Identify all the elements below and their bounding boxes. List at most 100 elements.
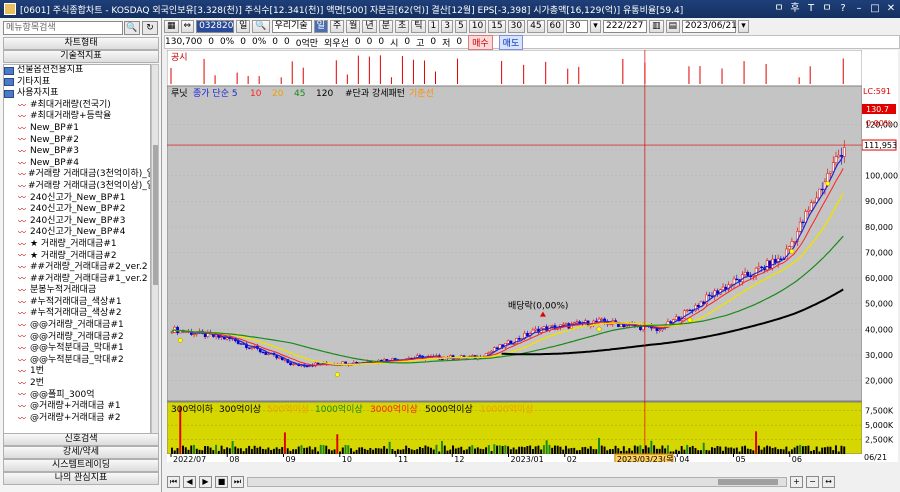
period-tick-button[interactable]: 틱 (411, 20, 426, 33)
tree-folder[interactable]: 기타지표 (4, 77, 150, 89)
tree-item[interactable]: 〰 240신고가_New_BP#1 (4, 193, 150, 205)
period-second-button[interactable]: 초 (394, 20, 410, 33)
tree-item[interactable]: 〰 New_BP#1 (4, 123, 150, 135)
interval-1-button[interactable]: 1 (427, 20, 440, 33)
interval-30-button[interactable]: 30 (507, 20, 526, 33)
interval-15-button[interactable]: 15 (488, 20, 506, 33)
buy-button[interactable]: 매수 (468, 34, 493, 50)
tree-item[interactable]: 〰 1번 (4, 366, 150, 378)
period-monthly-button[interactable]: 월 (346, 20, 361, 33)
scroll-thumb[interactable] (153, 145, 158, 285)
tree-item[interactable]: 〰 #최대거래량(전국기) (4, 100, 150, 112)
menu-search-input[interactable]: 메뉴항목검색 (3, 21, 123, 35)
volume-bar (746, 448, 749, 454)
nav-prev-icon[interactable]: ◀ (183, 476, 196, 488)
tree-item[interactable]: 〰 @@누적분대금_막대#1 (4, 343, 150, 355)
tree-folder[interactable]: 사용자지표 (4, 88, 150, 100)
zoom-out-icon[interactable]: − (806, 476, 819, 488)
volume-bar (388, 441, 391, 454)
signal-search-button[interactable]: 신호검색 (3, 433, 159, 446)
minimize-button[interactable]: – (852, 2, 866, 16)
interval-45-button[interactable]: 45 (527, 20, 545, 33)
tree-item[interactable]: 〰 @거래량+거래대금 #2 (4, 413, 150, 425)
stock-code-input[interactable]: 032820 (196, 20, 235, 33)
volume-bar (391, 449, 394, 454)
tree-item[interactable]: 〰 #누적거래대금_색상#1 (4, 297, 150, 309)
tree-item[interactable]: 〰 @거래량+거래대금 #1 (4, 401, 150, 413)
mode-icon[interactable]: ⇔ (180, 20, 195, 33)
tree-item-label: #누적거래대금_색상#1 (30, 296, 122, 307)
interval-5-button[interactable]: 5 (455, 20, 467, 33)
tree-item[interactable]: 〰 New_BP#4 (4, 158, 150, 170)
tree-item[interactable]: 〰 @@누적분대금_막대#2 (4, 355, 150, 367)
volume-bar (350, 448, 353, 454)
tree-item[interactable]: 〰 New_BP#3 (4, 146, 150, 158)
tree-item[interactable]: 〰 @@거래량_거래대금#1 (4, 320, 150, 332)
x-tick-label: 05 (736, 455, 746, 462)
tool-icon[interactable]: ▦ (164, 20, 179, 33)
page-input[interactable]: 222/227 (603, 20, 647, 33)
tree-item[interactable]: 〰 #최대거래량+등락율 (4, 111, 150, 123)
nav-play-icon[interactable]: ▶ (199, 476, 212, 488)
technical-indicator-section[interactable]: 기술적지표 (3, 50, 159, 63)
nav-next-icon[interactable]: ⏭ (231, 476, 244, 488)
volume-bar (369, 447, 372, 454)
period-daily-button[interactable]: 일 (313, 20, 328, 33)
reset-icon[interactable]: ↻ (142, 21, 158, 35)
strength-button[interactable]: 강세/약세 (3, 446, 159, 459)
close-button[interactable]: ✕ (884, 2, 898, 16)
type-select[interactable]: 일 (236, 20, 251, 33)
tree-item[interactable]: 〰 ★ 거래량_거래대금#1 (4, 239, 150, 251)
nav-first-icon[interactable]: ⏮ (167, 476, 180, 488)
search-icon[interactable]: 🔍 (252, 20, 270, 33)
scroll-thumb[interactable] (718, 479, 778, 485)
indicator-tree[interactable]: 선물옵션전용지표 기타지표 사용자지표 〰 #최대거래량(전국기) 〰 #최대거래량+등락율… (3, 64, 151, 438)
tree-item[interactable]: 〰 @@거래량_거래대금#2 (4, 332, 150, 344)
link-button[interactable]: ㅁ (772, 2, 786, 16)
volume-bar (647, 447, 650, 454)
chart-scrollbar[interactable] (247, 477, 787, 487)
tree-item[interactable]: 〰 240신고가_New_BP#2 (4, 204, 150, 216)
text-button[interactable]: T (804, 2, 818, 16)
fit-icon[interactable]: ↔ (822, 476, 835, 488)
tree-item[interactable]: 〰 #누적거래대금_색상#2 (4, 308, 150, 320)
dropdown-icon[interactable]: ▾ (590, 20, 601, 33)
tree-folder[interactable]: 선물옵션전용지표 (4, 65, 150, 77)
nav-stop-icon[interactable]: ■ (215, 476, 228, 488)
print-button[interactable]: 후 (788, 2, 802, 16)
tree-item[interactable]: 〰 2번 (4, 378, 150, 390)
interval-60-button[interactable]: 60 (546, 20, 564, 33)
tree-item[interactable]: 〰 @@폴피_300억 (4, 390, 150, 402)
tree-item[interactable]: 〰 #거래량 거래대금(3천억이상)_일봉 (4, 181, 150, 193)
tree-item[interactable]: 〰 New_BP#2 (4, 135, 150, 147)
tree-item[interactable]: 〰 ##거래량_거래대금#2_ver.2 (4, 262, 150, 274)
tree-item[interactable]: 〰 ★ 거래량_거래대금#2 (4, 251, 150, 263)
tree-item[interactable]: 〰 ##거래량_거래대금#1_ver.2 (4, 274, 150, 286)
tree-item[interactable]: 〰 #거래량 거래대금(3천억이하)_일봉 (4, 169, 150, 181)
tree-item[interactable]: 〰 분봉누적거래대금 (4, 285, 150, 297)
chart-type-section[interactable]: 차트형태 (3, 37, 159, 50)
period-minute-button[interactable]: 분 (378, 20, 393, 33)
help-button[interactable]: ? (836, 2, 850, 16)
interval-3-button[interactable]: 3 (441, 20, 453, 33)
date-input[interactable]: 2023/06/21 (682, 20, 737, 33)
period-yearly-button[interactable]: 년 (362, 20, 377, 33)
tree-scrollbar[interactable] (151, 64, 159, 438)
sell-button[interactable]: 매도 (498, 34, 524, 50)
chart-icon[interactable]: ▥ (649, 20, 664, 33)
interval-10-button[interactable]: 10 (468, 20, 487, 33)
system-trading-button[interactable]: 시스템트레이딩 (3, 459, 159, 472)
date-picker-icon[interactable]: ▾ (738, 20, 750, 33)
search-icon[interactable]: 🔍 (124, 21, 140, 35)
calendar-icon[interactable]: ▤ (665, 20, 681, 33)
tree-item[interactable]: 〰 240신고가_New_BP#3 (4, 216, 150, 228)
period-weekly-button[interactable]: 주 (329, 20, 345, 33)
my-indicators-button[interactable]: 나의 관심지표 (3, 472, 159, 485)
maximize-button[interactable]: □ (868, 2, 882, 16)
tree-item[interactable]: 〰 240신고가_New_BP#4 (4, 227, 150, 239)
settings-button[interactable]: ㅁ (820, 2, 834, 16)
volume-bar (446, 450, 449, 454)
count-input[interactable]: 30 (566, 20, 588, 33)
price-chart[interactable]: 공시루닛 종가 단순 5 10 20 45 120 #단과 강세패턴 기준선배당락(0,00%… (167, 50, 862, 462)
zoom-in-icon[interactable]: + (790, 476, 803, 488)
